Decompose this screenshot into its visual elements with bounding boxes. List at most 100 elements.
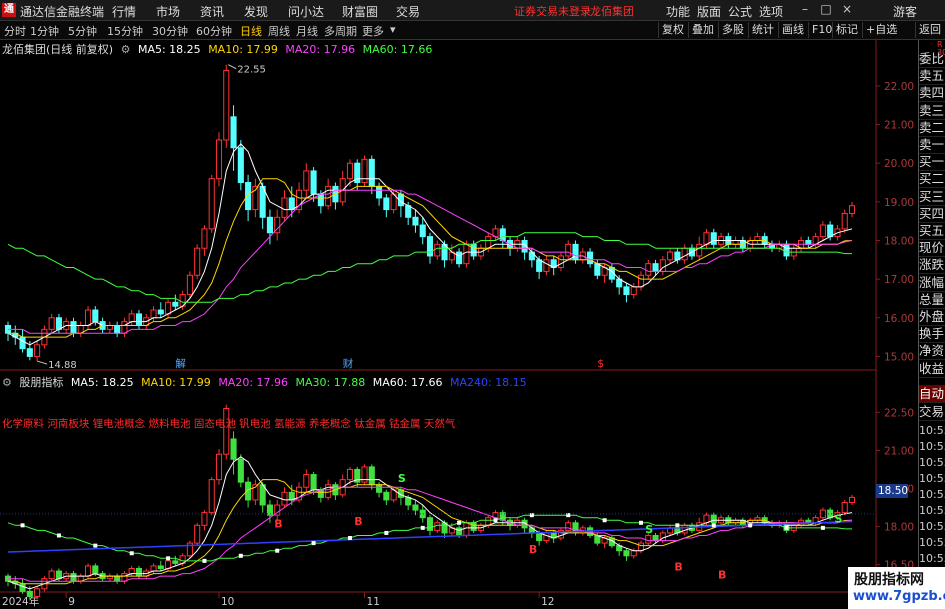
ind-candle-body — [456, 527, 463, 536]
quote-item: 卖二 — [919, 119, 945, 137]
candle-body — [114, 324, 121, 334]
trade-time: 10:55 — [919, 424, 945, 437]
ind-candle-body — [543, 532, 550, 542]
quote-item: 涨跌 — [919, 257, 945, 275]
ind-dot — [202, 558, 207, 563]
x-axis-label: 11 — [367, 596, 380, 608]
quote-item: 换手 — [919, 326, 945, 344]
ind-ma30-label: MA30: 17.88 — [295, 376, 366, 389]
candle-body — [412, 216, 419, 226]
ind-candle-body — [237, 458, 244, 483]
trade-time: 10:55 — [919, 488, 945, 501]
ind-candle-body — [92, 565, 99, 575]
ind-candle-body — [121, 573, 128, 582]
ind-dot — [820, 525, 825, 530]
candle-body — [645, 263, 652, 276]
candle-body — [630, 286, 637, 296]
ind-candle-body — [19, 583, 26, 592]
buy-signal-marker: B — [674, 561, 682, 574]
low-price-label: 14.88 — [48, 360, 77, 371]
ma60-label: MA60: 17.66 — [362, 43, 433, 56]
ind-candle-body — [536, 532, 543, 542]
ind-dot — [20, 523, 25, 528]
candle-body — [732, 239, 739, 245]
x-axis-label: 9 — [68, 596, 75, 608]
auto-button[interactable]: 自动 — [919, 385, 945, 403]
ind-dot — [784, 525, 789, 530]
ind-candle-body — [310, 474, 317, 491]
ind-candle-body — [157, 565, 164, 569]
high-price-label: 22.55 — [237, 65, 266, 76]
ind-candle-body — [470, 522, 477, 531]
high-pointer — [228, 64, 237, 70]
ind-candle-body — [346, 468, 354, 481]
trade-button[interactable]: 交易 — [919, 403, 945, 421]
candle-body — [150, 309, 157, 319]
candle-body — [121, 321, 128, 334]
indicator-settings-icon[interactable]: ⚙ — [2, 376, 12, 389]
ind-candle-body — [150, 565, 157, 572]
candle-body — [106, 324, 113, 330]
ind-dot — [711, 523, 716, 528]
ind-candle-body — [325, 484, 332, 498]
ind-candle-body — [376, 484, 383, 493]
trade-time: 10:55 — [919, 520, 945, 533]
ind-dot — [748, 523, 753, 528]
y-tick-label: 19.00 — [884, 197, 914, 209]
candle-body — [754, 236, 761, 241]
ind-candle-body — [48, 570, 55, 580]
candle-body — [456, 251, 463, 265]
candle-body — [128, 313, 135, 323]
ind-dot — [420, 525, 425, 530]
candle-body — [536, 259, 543, 272]
quote-item: 涨幅 — [919, 274, 945, 292]
trade-time: 10:55 — [919, 456, 945, 469]
ind-ma5-label: MA5: 18.25 — [70, 376, 134, 389]
candle-body — [557, 255, 565, 269]
quote-item: 卖一 — [919, 137, 945, 154]
trade-time: 10:55 — [919, 552, 945, 565]
candle-body — [346, 162, 354, 180]
ind-candle-body — [848, 496, 856, 503]
back-button[interactable]: 返回 — [915, 22, 944, 38]
ind-candle-body — [645, 534, 652, 544]
ind-dot — [238, 553, 243, 558]
quote-item: 买一 — [919, 154, 945, 172]
candle-body — [288, 197, 295, 211]
candle-body — [783, 243, 790, 257]
candle-body — [230, 116, 237, 149]
ind-y-tick-label: 18.00 — [884, 522, 914, 534]
quote-item: 卖三 — [919, 102, 945, 120]
ind-candle-body — [230, 438, 237, 460]
candle-body — [281, 197, 288, 218]
ind-dot — [639, 520, 643, 525]
candle-body — [215, 139, 223, 180]
candle-body — [317, 193, 324, 207]
low-pointer — [36, 360, 48, 365]
candle-body — [208, 178, 215, 230]
candle-body — [419, 224, 426, 238]
ind-y-tick-label: 22.50 — [884, 407, 914, 419]
event-marker: $ — [597, 358, 604, 370]
concept-tags: 化学原料 河南板块 锂电池概念 燃料电池 固态电池 钒电池 氢能源 养老概念 钛… — [2, 418, 456, 430]
quote-item: 收益 — [919, 360, 945, 378]
ind-dot — [602, 518, 607, 523]
ind-candle-body — [426, 517, 434, 531]
ind-dot — [129, 551, 134, 556]
watermark: 股朋指标网 www.7gpzb.com — [848, 567, 945, 609]
quote-item: 买三 — [919, 188, 945, 206]
settings-icon[interactable]: ⚙ — [121, 43, 131, 56]
ind-candle-body — [630, 550, 637, 557]
ind-ma20-label: MA20: 17.96 — [218, 376, 289, 389]
ind-candle-body — [281, 491, 288, 506]
ind-candle-body — [368, 466, 375, 486]
kline-chart[interactable]: 22.00 21.00 20.00 19.00 18.00 17.00 16.00 15.00… — [0, 0, 918, 609]
quote-item: 买四 — [919, 205, 945, 223]
candle-body — [499, 228, 506, 241]
ind-candle-body — [194, 524, 201, 544]
quote-item: 买二 — [919, 171, 945, 189]
candle-body — [827, 224, 834, 238]
ind-dot — [166, 556, 171, 561]
trade-time: 10:55 — [919, 504, 945, 517]
ind-candle-body — [463, 522, 470, 536]
